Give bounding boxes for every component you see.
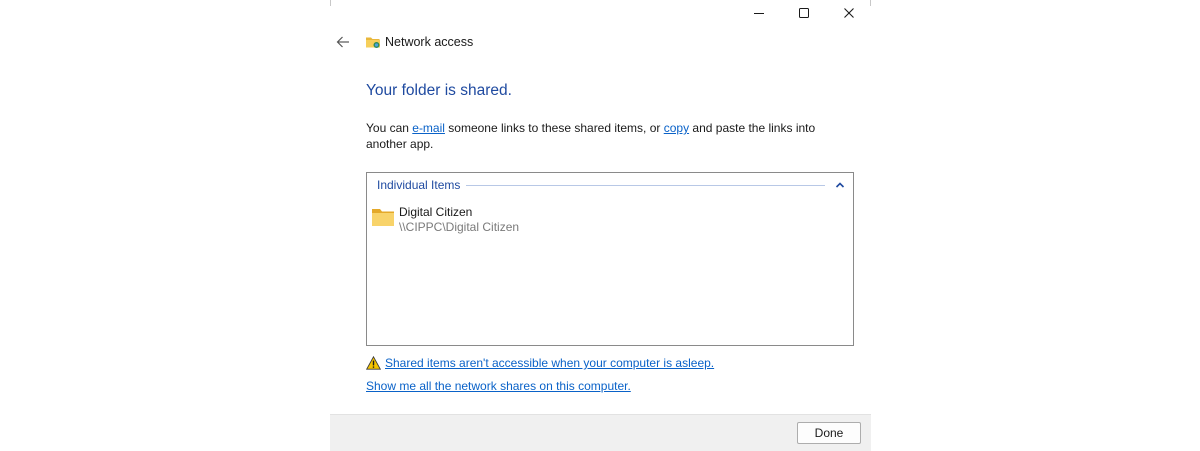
show-network-shares-link[interactable]: Show me all the network shares on this c… [366,378,631,394]
minimize-icon [754,13,764,14]
maximize-icon [799,8,809,18]
item-name: Digital Citizen [399,205,473,219]
group-divider [466,184,825,186]
shared-items-list[interactable]: Individual Items Digital Citizen \\CIPPC… [366,172,854,346]
sleep-warning: Shared items aren't accessible when your… [366,355,714,371]
back-button[interactable] [330,30,356,54]
back-arrow-icon [336,36,349,48]
minimize-button[interactable] [736,0,782,26]
description-part1: You can [366,121,413,135]
item-path: \\CIPPC\Digital Citizen [399,220,520,234]
dialog-footer: Done [330,414,871,451]
window-left-edge [330,0,331,6]
close-icon [844,8,854,18]
chevron-up-icon [835,182,845,188]
window-title: Network access [385,35,474,49]
folder-icon [372,209,394,226]
sleep-warning-link[interactable]: Shared items aren't accessible when your… [385,355,714,371]
done-button[interactable]: Done [797,422,861,444]
page-heading: Your folder is shared. [366,82,512,99]
collapse-button[interactable] [833,178,847,192]
group-label: Individual Items [377,178,461,192]
list-item[interactable]: Digital Citizen \\CIPPC\Digital Citizen [371,203,571,237]
warning-icon [366,356,381,370]
network-folder-icon [366,37,380,48]
maximize-button[interactable] [781,0,827,26]
description-text: You can e-mail someone links to these sh… [366,120,856,152]
description-part2: someone links to these shared items, or [444,121,664,135]
network-access-window: Network access Your folder is shared. Yo… [330,0,872,451]
copy-link[interactable]: copy [664,121,689,135]
close-button[interactable] [826,0,872,26]
email-link[interactable]: e-mail [412,121,445,135]
group-header[interactable]: Individual Items [377,177,847,193]
